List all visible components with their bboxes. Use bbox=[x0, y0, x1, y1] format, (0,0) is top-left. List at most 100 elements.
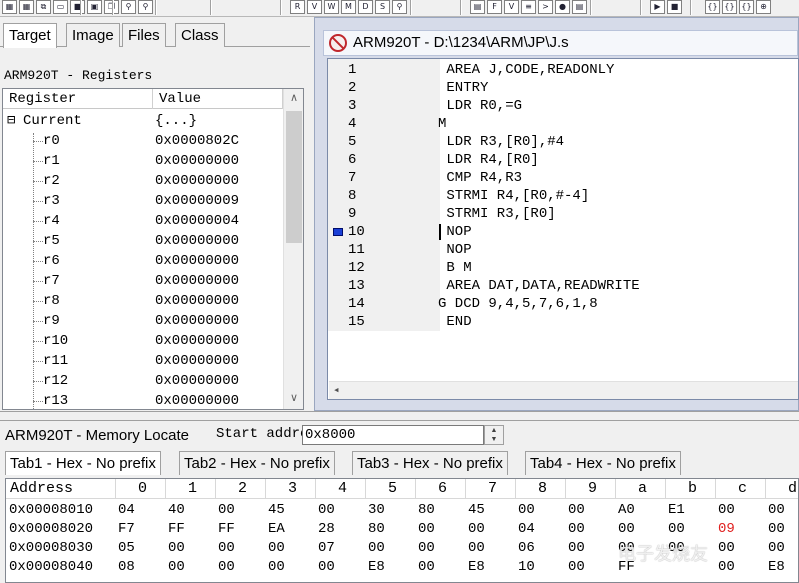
memory-byte[interactable]: 04 bbox=[118, 500, 135, 520]
memory-byte[interactable]: 10 bbox=[518, 557, 535, 577]
memory-byte[interactable]: E8 bbox=[468, 557, 485, 577]
register-row[interactable]: r12 0x00000000 bbox=[3, 371, 283, 391]
code-line[interactable]: LDR R3,[R0],#4 bbox=[438, 133, 564, 151]
memory-byte[interactable]: 00 bbox=[568, 557, 585, 577]
memory-byte[interactable]: A0 bbox=[618, 500, 635, 520]
memory-byte[interactable]: 00 bbox=[418, 557, 435, 577]
register-row[interactable]: r9 0x00000000 bbox=[3, 311, 283, 331]
memory-column-header[interactable]: 3 bbox=[266, 479, 316, 499]
code-view-icon[interactable]: ▤ bbox=[470, 0, 485, 14]
memory-column-header[interactable]: 4 bbox=[316, 479, 366, 499]
register-value[interactable]: 0x00000000 bbox=[155, 391, 239, 409]
line-number[interactable]: 6 bbox=[348, 151, 378, 169]
run-icon[interactable]: ▶ bbox=[650, 0, 665, 14]
pane-splitter[interactable] bbox=[0, 411, 799, 421]
memory-column-header[interactable]: c bbox=[716, 479, 766, 499]
memory-byte[interactable]: 28 bbox=[318, 519, 335, 539]
tab-image[interactable]: Image bbox=[66, 23, 120, 47]
disassembly-window-icon[interactable]: D bbox=[358, 0, 373, 14]
memory-row[interactable]: 0x00008010 04 40 00 45 00 30 80 45 00 00 A0 E1 00 00 bbox=[6, 500, 798, 520]
scroll-up-arrow-icon[interactable]: ∧ bbox=[284, 89, 303, 107]
memory-byte[interactable]: 05 bbox=[118, 538, 135, 558]
memory-byte[interactable]: 00 bbox=[768, 538, 785, 558]
collapse-icon[interactable]: ⊟ bbox=[7, 111, 15, 131]
memory-byte[interactable]: 00 bbox=[318, 557, 335, 577]
code-area[interactable]: 1 2 3 4 5 6 7 8 9 10 11 12 13 14 15 AREA J,CODE,READON… bbox=[327, 58, 799, 400]
bitmap-copy-icon[interactable]: ⧉ bbox=[36, 0, 51, 14]
register-row[interactable]: r7 0x00000000 bbox=[3, 271, 283, 291]
memory-byte[interactable]: 30 bbox=[368, 500, 385, 520]
register-row[interactable]: r4 0x00000004 bbox=[3, 211, 283, 231]
code-line[interactable]: NOP bbox=[438, 241, 471, 259]
register-value[interactable]: 0x00000000 bbox=[155, 271, 239, 291]
memory-byte[interactable]: 00 bbox=[768, 500, 785, 520]
memory-byte[interactable]: 40 bbox=[168, 500, 185, 520]
line-number-gutter[interactable]: 1 2 3 4 5 6 7 8 9 10 11 12 13 14 15 bbox=[328, 59, 440, 331]
tab-target[interactable]: Target bbox=[3, 23, 57, 48]
register-group-current[interactable]: ⊟ Current {...} bbox=[3, 111, 283, 131]
code-line[interactable]: M bbox=[438, 115, 446, 133]
step-icon[interactable]: {} bbox=[705, 0, 720, 14]
memory-byte[interactable]: 08 bbox=[118, 557, 135, 577]
step-to-icon[interactable]: ⊕ bbox=[756, 0, 771, 14]
line-number[interactable]: 11 bbox=[348, 241, 378, 259]
bitmap-view-icon[interactable]: ▦ bbox=[2, 0, 17, 14]
command-window-icon[interactable]: > bbox=[538, 0, 553, 14]
code-line[interactable]: NOP bbox=[438, 223, 471, 241]
open-folder-icon[interactable]: ▭ bbox=[53, 0, 68, 14]
register-row[interactable]: r8 0x00000000 bbox=[3, 291, 283, 311]
line-number[interactable]: 13 bbox=[348, 277, 378, 295]
code-line[interactable]: STRMI R4,[R0,#-4] bbox=[438, 187, 589, 205]
register-value[interactable]: 0x00000000 bbox=[155, 311, 239, 331]
memory-byte[interactable]: E1 bbox=[668, 500, 685, 520]
memory-column-header[interactable]: 2 bbox=[216, 479, 266, 499]
register-row[interactable]: r0 0x0000802C bbox=[3, 131, 283, 151]
memory-byte[interactable]: 00 bbox=[768, 519, 785, 539]
column-header-register[interactable]: Register bbox=[3, 89, 153, 109]
memory-table[interactable]: Address 0 1 2 3 4 5 6 7 8 9 a b c d 0x00008010 04 40 00 45 0… bbox=[5, 478, 799, 583]
memory-byte[interactable]: 04 bbox=[518, 519, 535, 539]
memory-byte[interactable]: 00 bbox=[368, 538, 385, 558]
code-line[interactable]: LDR R4,[R0] bbox=[438, 151, 538, 169]
memory-byte[interactable]: 00 bbox=[718, 557, 735, 577]
list-view-icon[interactable]: ≡ bbox=[521, 0, 536, 14]
memory-byte[interactable]: FF bbox=[168, 519, 185, 539]
register-row[interactable]: r6 0x00000000 bbox=[3, 251, 283, 271]
variable-window-icon[interactable]: V bbox=[307, 0, 322, 14]
register-value[interactable]: 0x00000000 bbox=[155, 231, 239, 251]
step-over-icon[interactable]: {} bbox=[722, 0, 737, 14]
bitmap-view-icon[interactable]: ▦ bbox=[19, 0, 34, 14]
code-line[interactable]: ENTRY bbox=[438, 79, 488, 97]
register-row[interactable]: r2 0x00000000 bbox=[3, 171, 283, 191]
memory-byte[interactable]: 80 bbox=[418, 500, 435, 520]
memory-byte[interactable]: 00 bbox=[468, 538, 485, 558]
code-line[interactable]: AREA DAT,DATA,READWRITE bbox=[438, 277, 639, 295]
register-value[interactable]: 0x00000000 bbox=[155, 331, 239, 351]
code-line[interactable]: B M bbox=[438, 259, 471, 277]
register-row[interactable]: r3 0x00000009 bbox=[3, 191, 283, 211]
code-line[interactable]: LDR R0,=G bbox=[438, 97, 522, 115]
save-icon[interactable]: ■ bbox=[70, 0, 85, 14]
memory-byte[interactable]: 45 bbox=[468, 500, 485, 520]
register-row[interactable]: r11 0x00000000 bbox=[3, 351, 283, 371]
spin-up-icon[interactable]: ▲ bbox=[485, 426, 503, 435]
memory-byte[interactable]: 00 bbox=[468, 519, 485, 539]
register-value[interactable]: 0x0000802C bbox=[155, 131, 239, 151]
register-row[interactable]: r5 0x00000000 bbox=[3, 231, 283, 251]
address-spinner[interactable]: ▲ ▼ bbox=[484, 425, 504, 445]
memory-column-header[interactable]: 9 bbox=[566, 479, 616, 499]
memory-column-header[interactable]: 0 bbox=[116, 479, 166, 499]
memory-column-header[interactable]: 5 bbox=[366, 479, 416, 499]
memory-byte[interactable]: EA bbox=[268, 519, 285, 539]
line-number[interactable]: 14 bbox=[348, 295, 378, 313]
register-value[interactable]: 0x00000000 bbox=[155, 171, 239, 191]
register-row[interactable]: r1 0x00000000 bbox=[3, 151, 283, 171]
spin-down-icon[interactable]: ▼ bbox=[485, 435, 503, 444]
tab-files[interactable]: Files bbox=[122, 23, 166, 47]
register-value[interactable]: 0x00000000 bbox=[155, 371, 239, 391]
line-number[interactable]: 9 bbox=[348, 205, 378, 223]
code-line[interactable]: G DCD 9,4,5,7,6,1,8 bbox=[438, 295, 598, 313]
memory-byte[interactable]: FF bbox=[218, 519, 235, 539]
memory-column-header[interactable]: Address bbox=[6, 479, 116, 499]
memory-byte[interactable]: 00 bbox=[568, 538, 585, 558]
